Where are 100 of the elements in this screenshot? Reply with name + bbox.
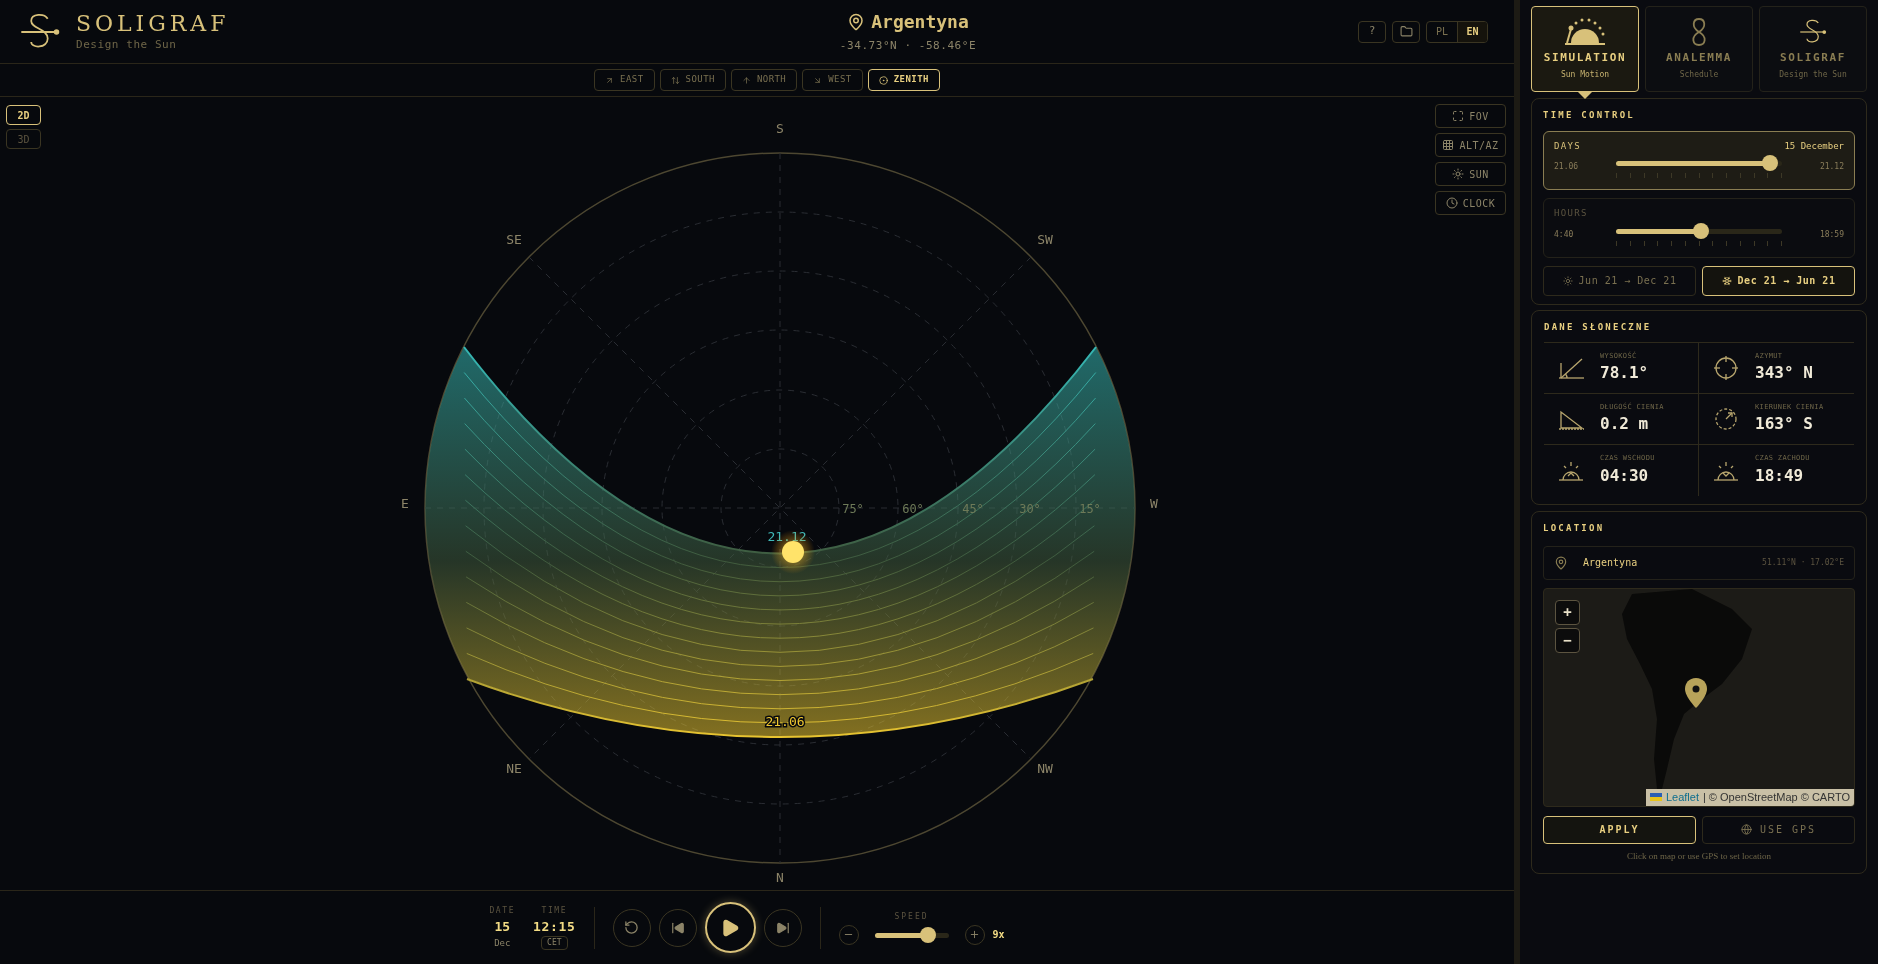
compass-label: NE (506, 760, 522, 776)
arrow-down-right-icon (813, 75, 823, 85)
help-button[interactable]: ? (1358, 20, 1386, 43)
snowflake-icon (1721, 275, 1732, 286)
data-value: 04:30 (1600, 464, 1650, 487)
slider-min: 21.06 (1554, 161, 1580, 173)
location-pin-icon (1554, 555, 1568, 570)
date-month: Dec (494, 936, 511, 950)
overlay-button[interactable]: CLOCK (1435, 191, 1506, 215)
speed-value: 9x (992, 928, 1005, 942)
slider-thumb[interactable] (1692, 222, 1709, 239)
slider-value: 15 December (1784, 139, 1844, 153)
altitude-label: 30° (1019, 501, 1041, 516)
direction-button[interactable]: Jun 21 → Dec 21 (1543, 265, 1696, 296)
use-gps-button[interactable]: USE GPS (1702, 815, 1855, 844)
zoom-out-button[interactable]: − (1555, 627, 1580, 653)
clock-icon (1445, 197, 1458, 209)
compass-label: N (776, 869, 784, 885)
skip-forward-icon (775, 920, 790, 935)
app-subtitle: Design the Sun (76, 37, 178, 53)
apply-button[interactable]: APPLY (1543, 815, 1696, 844)
location-pin-icon (847, 12, 866, 31)
arrow-up-down-icon (670, 75, 680, 85)
data-value: 18:49 (1755, 464, 1805, 487)
slider-max: 21.12 (1818, 161, 1844, 173)
map-pin-icon (1685, 677, 1707, 708)
altitude-label: 75° (842, 501, 864, 516)
plus-icon (969, 929, 980, 940)
grid-icon (1442, 139, 1455, 151)
leaflet-link[interactable]: Leaflet (1665, 788, 1699, 806)
altitude-label: 45° (962, 501, 984, 516)
date-caption: DATE (489, 905, 516, 917)
map-view[interactable]: + − Leaflet | © OpenStreetMap © CARTO (1543, 587, 1855, 807)
reset-icon (624, 920, 639, 935)
slider-min: 4:40 (1554, 228, 1575, 241)
slider-max: 18:59 (1818, 228, 1844, 241)
slider-label: HOURS (1554, 207, 1588, 220)
language-option[interactable]: EN (1457, 21, 1487, 42)
sun-icon (1452, 168, 1465, 180)
arrow-up-icon (741, 75, 751, 85)
slider-label: DAYS (1554, 139, 1582, 153)
compass-label: W (1150, 495, 1158, 511)
folder-icon (1399, 25, 1413, 38)
target-icon (878, 75, 888, 85)
time-value: 12:15 (533, 917, 576, 936)
overlay-button[interactable]: FOV (1435, 104, 1506, 128)
view-button[interactable]: EAST (594, 69, 655, 91)
timezone-badge: CET (541, 936, 568, 951)
language-option[interactable]: PL (1427, 21, 1457, 42)
mode-tab[interactable]: SIMULATION Sun Motion (1531, 6, 1639, 92)
arrow-up-right-icon (605, 75, 615, 85)
globe-icon (1740, 824, 1752, 835)
direction-button[interactable]: Dec 21 → Jun 21 (1702, 265, 1855, 296)
card-title: DANE SŁONECZNE (1544, 320, 1653, 334)
view-button[interactable]: WEST (802, 69, 863, 91)
crosshair-icon (1711, 353, 1741, 383)
date-label: 21.12 (767, 528, 807, 544)
data-value: 343° N (1755, 362, 1813, 385)
play-icon (720, 917, 740, 938)
compass-label: E (401, 495, 409, 511)
card-title: TIME CONTROL (1543, 109, 1637, 122)
sun-icon (1562, 275, 1573, 286)
speed-caption: SPEED (894, 910, 929, 923)
data-value: 78.1° (1600, 362, 1649, 385)
location-coordinates: 51.11°N · 17.02°E (1762, 556, 1844, 569)
app-title: SOLIGRAF (76, 9, 230, 37)
location-hint: Click on map or use GPS to set location (1626, 849, 1772, 863)
figure-eight-icon (1689, 16, 1709, 47)
view-button[interactable]: ZENITH (867, 69, 940, 91)
view-button[interactable]: NORTH (730, 69, 798, 91)
data-value: 0.2 m (1600, 413, 1650, 436)
altitude-label: 15° (1079, 501, 1101, 516)
compass-label: S (776, 120, 784, 136)
slider-thumb[interactable] (919, 926, 936, 943)
folder-button[interactable] (1392, 20, 1420, 43)
time-caption: TIME (541, 904, 568, 917)
mode-tab[interactable]: ANALEMMA Schedule (1645, 6, 1753, 92)
overlay-button[interactable]: SUN (1435, 162, 1506, 186)
flag-icon (1649, 793, 1662, 801)
compass-label: NW (1037, 760, 1053, 776)
skip-back-icon (670, 920, 685, 935)
zoom-in-button[interactable]: + (1555, 599, 1580, 625)
altitude-label: 60° (902, 501, 924, 516)
data-value: 163° S (1755, 413, 1814, 436)
location-name: Argentyna (1583, 556, 1639, 570)
dimension-toggle[interactable]: 2D (6, 105, 41, 125)
compass-label: SW (1037, 231, 1053, 247)
compass-label: SE (506, 231, 522, 247)
attribution-text: | © OpenStreetMap © CARTO (1702, 789, 1850, 805)
card-title: LOCATION (1543, 522, 1606, 535)
mode-tab[interactable]: SOLIGRAF Design the Sun (1759, 6, 1867, 92)
location-name: Argentyna (871, 10, 969, 35)
view-button[interactable]: SOUTH (659, 69, 726, 91)
date-day: 15 (494, 917, 511, 937)
pointer-triangle (1578, 92, 1592, 99)
overlay-button[interactable]: ALT/AZ (1435, 133, 1506, 157)
frame-corners-icon (1452, 110, 1465, 122)
slider-thumb[interactable] (1762, 155, 1779, 171)
location-coordinates: -34.73°N · -58.46°E (839, 38, 977, 55)
play-button[interactable] (704, 902, 756, 953)
